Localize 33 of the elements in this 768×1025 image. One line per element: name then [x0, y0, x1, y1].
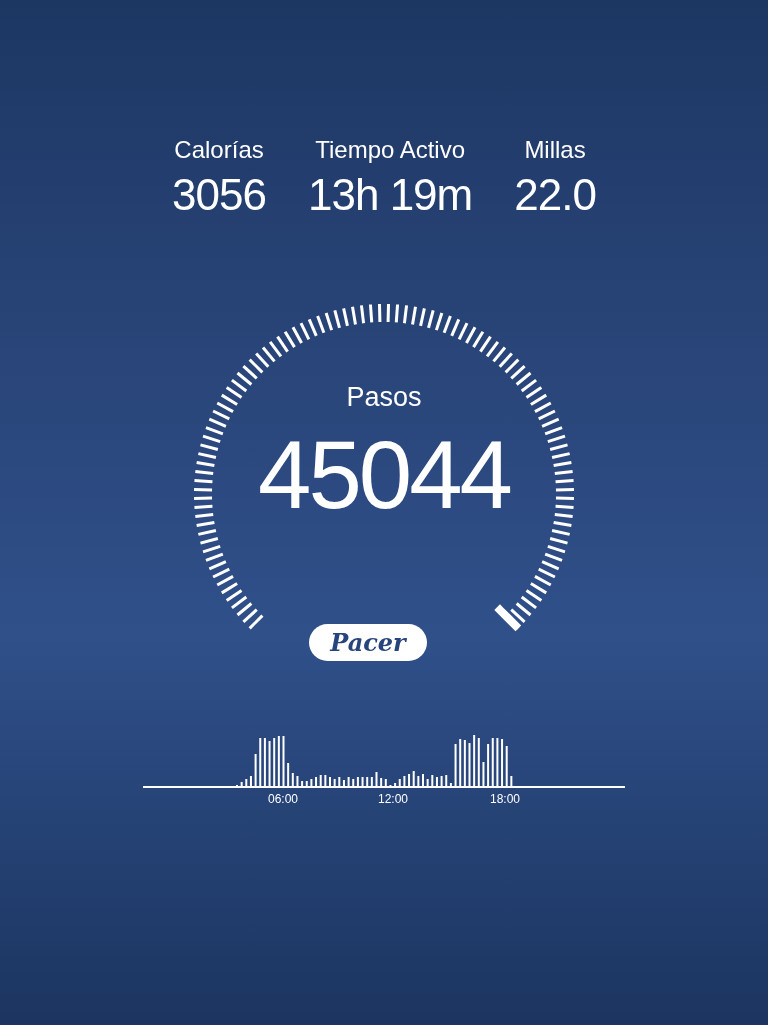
- time-label: 06:00: [268, 792, 298, 806]
- activity-bar: [240, 782, 243, 786]
- activity-bar: [347, 777, 350, 786]
- activity-bar: [282, 736, 285, 786]
- activity-bar: [510, 776, 513, 786]
- time-label: 18:00: [490, 792, 520, 806]
- activity-bar: [417, 776, 420, 786]
- activity-bar: [333, 779, 336, 786]
- stat-label: Tiempo Activo: [315, 136, 466, 164]
- stat-label: Millas: [524, 136, 586, 164]
- steps-label: Pasos: [346, 382, 422, 413]
- activity-bar: [496, 738, 499, 786]
- gauge-marker: [495, 605, 520, 630]
- activity-bar: [482, 762, 485, 786]
- activity-bar: [324, 775, 327, 786]
- activity-bar: [296, 776, 299, 786]
- activity-bar: [254, 754, 257, 786]
- stat-value: 13h 19m: [308, 170, 473, 220]
- steps-value: 45044: [258, 427, 510, 523]
- time-label: 12:00: [378, 792, 408, 806]
- activity-bar: [361, 777, 364, 786]
- activity-bar: [403, 776, 406, 786]
- stat-label: Calorías: [174, 136, 264, 164]
- activity-bar: [268, 741, 271, 786]
- activity-bar: [310, 779, 313, 786]
- activity-bar: [454, 744, 457, 786]
- activity-bar: [375, 772, 378, 786]
- stat-value: 22.0: [514, 170, 596, 220]
- activity-bar: [440, 776, 443, 786]
- stat-value: 3056: [172, 170, 266, 220]
- pacer-logo: Pacer: [309, 624, 427, 661]
- activity-bar: [426, 779, 429, 786]
- activity-bar: [468, 743, 471, 786]
